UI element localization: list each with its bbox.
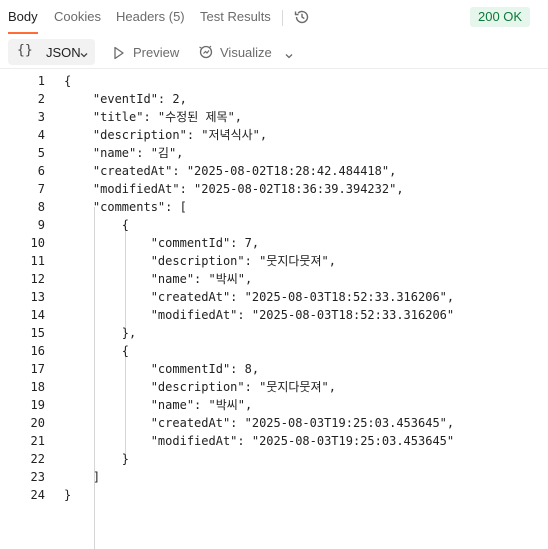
code-line: 4 "description": "저녁식사", xyxy=(0,126,548,144)
active-tab-indicator xyxy=(8,32,38,34)
line-text: { xyxy=(64,74,72,88)
line-number: 14 xyxy=(30,308,45,322)
code-line: 22 } xyxy=(0,450,548,468)
line-number: 5 xyxy=(37,146,45,160)
toolbar-divider xyxy=(0,68,548,69)
code-line: 11 "description": "뭇지다뭇져", xyxy=(0,252,548,270)
line-text: "comments": [ xyxy=(64,200,187,214)
line-text: "commentId": 8, xyxy=(64,362,260,376)
line-number: 2 xyxy=(37,92,45,106)
line-number: 23 xyxy=(30,470,45,484)
tab-body[interactable]: Body xyxy=(8,9,38,24)
status-badge: 200 OK xyxy=(470,7,531,27)
visualize-button[interactable]: Visualize xyxy=(220,45,272,60)
line-number: 12 xyxy=(30,272,45,286)
code-line: 23 ] xyxy=(0,468,548,486)
code-line: 19 "name": "박씨", xyxy=(0,396,548,414)
line-text: ] xyxy=(64,470,101,484)
line-text: } xyxy=(64,452,130,466)
code-line: 5 "name": "김", xyxy=(0,144,548,162)
preview-button[interactable]: Preview xyxy=(133,45,179,60)
code-line: 10 "commentId": 7, xyxy=(0,234,548,252)
line-number: 16 xyxy=(30,344,45,358)
tabs-divider xyxy=(282,10,283,26)
line-text: "createdAt": "2025-08-03T19:25:03.453645… xyxy=(64,416,455,430)
format-label: JSON xyxy=(46,45,81,60)
tab-cookies[interactable]: Cookies xyxy=(54,9,101,24)
code-line: 21 "modifiedAt": "2025-08-03T19:25:03.45… xyxy=(0,432,548,450)
line-text: }, xyxy=(64,326,137,340)
line-text: "eventId": 2, xyxy=(64,92,187,106)
line-text: "name": "박씨", xyxy=(64,272,253,286)
line-text: "modifiedAt": "2025-08-03T19:25:03.45364… xyxy=(64,434,455,448)
code-line: 16 { xyxy=(0,342,548,360)
line-text: "createdAt": "2025-08-03T18:52:33.316206… xyxy=(64,290,455,304)
line-text: "commentId": 7, xyxy=(64,236,260,250)
line-number: 17 xyxy=(30,362,45,376)
line-text: } xyxy=(64,488,72,502)
line-number: 15 xyxy=(30,326,45,340)
visualize-chevron-icon[interactable] xyxy=(284,48,294,66)
code-line: 13 "createdAt": "2025-08-03T18:52:33.316… xyxy=(0,288,548,306)
line-text: "name": "김", xyxy=(64,146,184,160)
line-number: 20 xyxy=(30,416,45,430)
response-tabs: Body Cookies Headers (5) Test Results 20… xyxy=(0,0,548,34)
chevron-down-icon xyxy=(79,47,89,65)
line-number: 13 xyxy=(30,290,45,304)
code-line: 15 }, xyxy=(0,324,548,342)
code-line: 6 "createdAt": "2025-08-02T18:28:42.4844… xyxy=(0,162,548,180)
play-icon xyxy=(113,46,125,65)
visualize-icon xyxy=(198,44,214,65)
tab-test-results[interactable]: Test Results xyxy=(200,9,271,24)
line-number: 19 xyxy=(30,398,45,412)
code-line: 18 "description": "뭇지다뭇져", xyxy=(0,378,548,396)
line-number: 7 xyxy=(37,182,45,196)
code-line: 20 "createdAt": "2025-08-03T19:25:03.453… xyxy=(0,414,548,432)
code-line: 17 "commentId": 8, xyxy=(0,360,548,378)
line-text: "title": "수정된 제목", xyxy=(64,110,243,124)
line-number: 8 xyxy=(37,200,45,214)
line-number: 4 xyxy=(37,128,45,142)
line-number: 21 xyxy=(30,434,45,448)
body-toolbar: {} JSON xyxy=(0,36,548,68)
line-text: "description": "뭇지다뭇져", xyxy=(64,254,336,268)
line-number: 10 xyxy=(30,236,45,250)
code-line: 3 "title": "수정된 제목", xyxy=(0,108,548,126)
line-text: "name": "박씨", xyxy=(64,398,253,412)
line-number: 3 xyxy=(37,110,45,124)
code-line: 12 "name": "박씨", xyxy=(0,270,548,288)
code-line: 2 "eventId": 2, xyxy=(0,90,548,108)
line-number: 9 xyxy=(37,218,45,232)
line-text: "description": "뭇지다뭇져", xyxy=(64,380,336,394)
code-line: 7 "modifiedAt": "2025-08-02T18:36:39.394… xyxy=(0,180,548,198)
line-number: 1 xyxy=(37,74,45,88)
format-dropdown[interactable]: {} JSON xyxy=(8,39,95,65)
code-line: 14 "modifiedAt": "2025-08-03T18:52:33.31… xyxy=(0,306,548,324)
code-line: 9 { xyxy=(0,216,548,234)
line-text: "description": "저녁식사", xyxy=(64,128,268,142)
line-number: 22 xyxy=(30,452,45,466)
code-line: 24} xyxy=(0,486,548,504)
line-number: 6 xyxy=(37,164,45,178)
line-text: "modifiedAt": "2025-08-03T18:52:33.31620… xyxy=(64,308,455,322)
line-text: "modifiedAt": "2025-08-02T18:36:39.39423… xyxy=(64,182,404,196)
line-number: 11 xyxy=(30,254,45,268)
braces-icon: {} xyxy=(17,43,33,58)
line-text: "createdAt": "2025-08-02T18:28:42.484418… xyxy=(64,164,397,178)
line-number: 24 xyxy=(30,488,45,502)
tab-headers[interactable]: Headers (5) xyxy=(116,9,185,24)
code-line: 1{ xyxy=(0,72,548,90)
history-icon[interactable] xyxy=(292,7,312,27)
line-text: { xyxy=(64,344,130,358)
code-line: 8 "comments": [ xyxy=(0,198,548,216)
line-text: { xyxy=(64,218,130,232)
line-number: 18 xyxy=(30,380,45,394)
